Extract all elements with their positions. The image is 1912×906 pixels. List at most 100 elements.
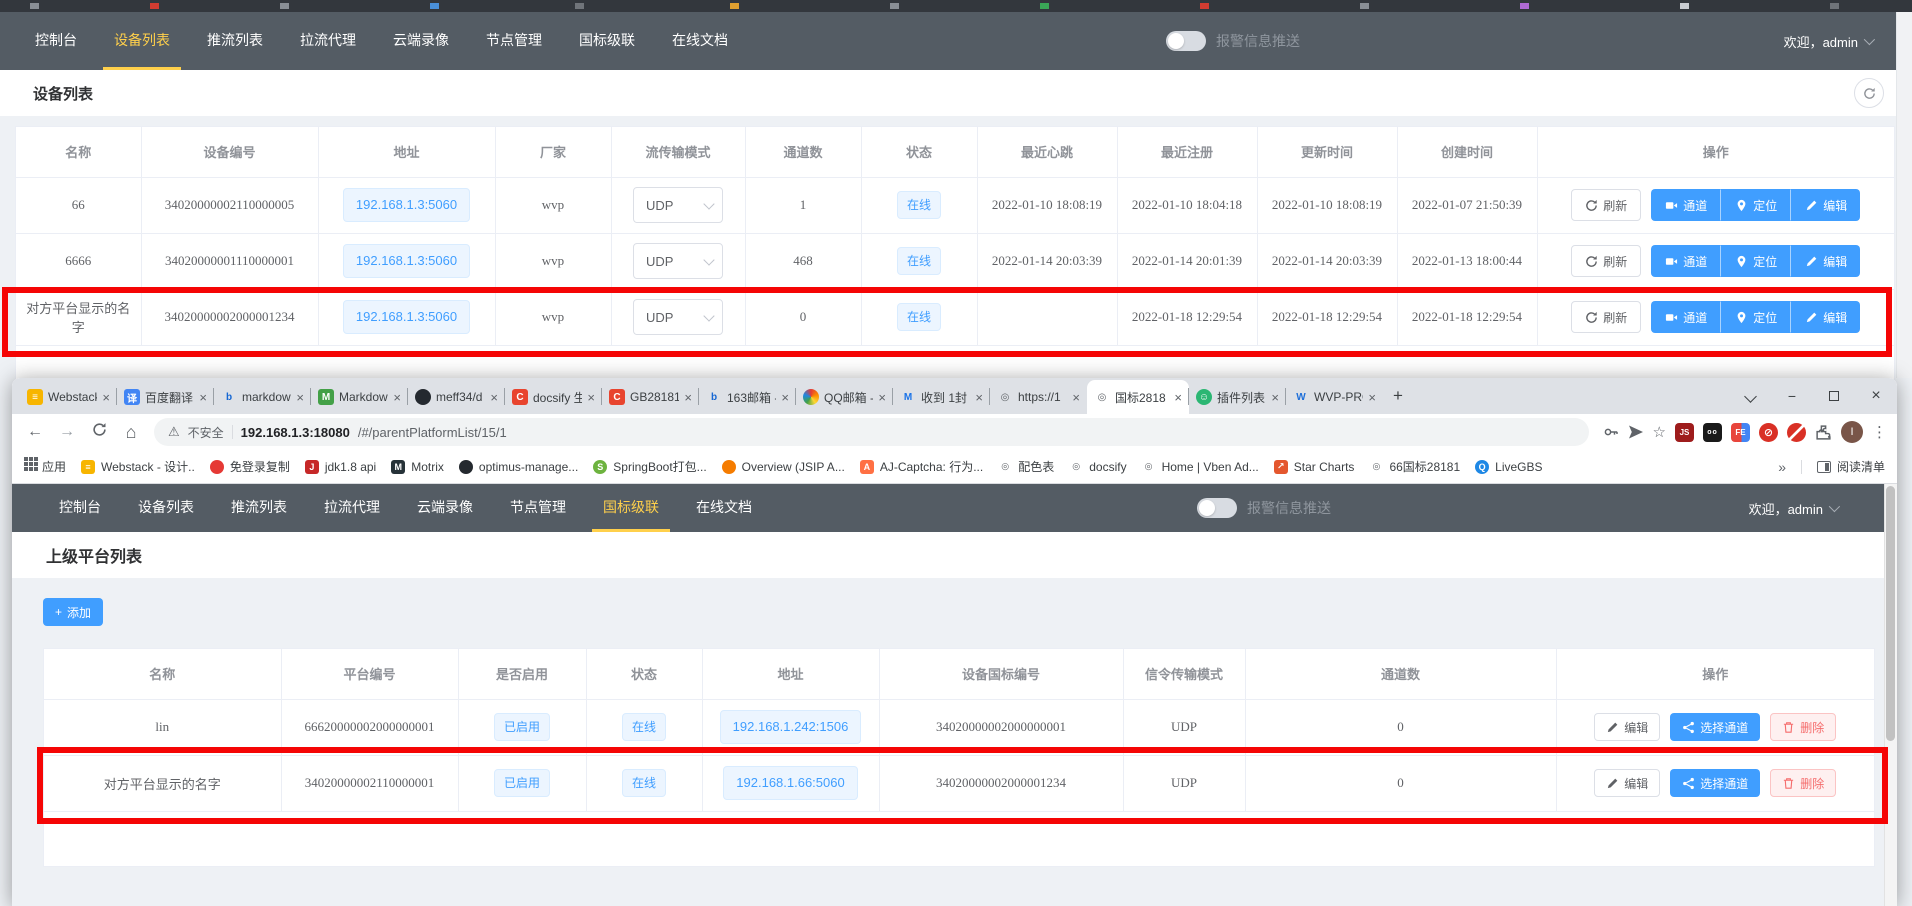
nav-menu-item[interactable]: 节点管理 (475, 12, 553, 70)
nav-menu-item[interactable]: 拉流代理 (313, 484, 391, 532)
nav-menu-item[interactable]: 在线文档 (661, 12, 739, 70)
camera-blocked-icon[interactable] (1787, 423, 1806, 442)
tab-search-button[interactable] (1729, 388, 1771, 404)
tab-close-icon[interactable]: × (781, 390, 789, 405)
browser-tab[interactable]: M 收到 1封 × (893, 380, 990, 414)
user-menu[interactable]: 欢迎，admin (1749, 484, 1837, 532)
edit-button[interactable]: 编辑 (1791, 245, 1860, 277)
refresh-button[interactable]: 刷新 (1571, 301, 1641, 333)
reload-button[interactable] (86, 422, 112, 442)
browser-tab[interactable]: W WVP-PRO × (1286, 380, 1383, 414)
bookmark-item[interactable]: M Motrix (391, 460, 444, 474)
tab-close-icon[interactable]: × (1271, 390, 1279, 405)
tab-close-icon[interactable]: × (587, 390, 595, 405)
nav-menu-item[interactable]: 推流列表 (220, 484, 298, 532)
stream-mode-select[interactable]: UDP (633, 187, 723, 223)
extensions-puzzle-icon[interactable] (1815, 424, 1832, 441)
close-window-button[interactable]: × (1855, 387, 1897, 405)
stream-mode-select[interactable]: UDP (633, 299, 723, 335)
browser-tab[interactable]: b markdow × (214, 380, 311, 414)
browser-tab[interactable]: QQ邮箱 - × (796, 380, 893, 414)
tab-close-icon[interactable]: × (199, 390, 207, 405)
page-scrollbar-thumb[interactable] (1886, 486, 1895, 741)
browser-tab[interactable]: C GB28181 × (602, 380, 699, 414)
locate-button[interactable]: 定位 (1721, 301, 1791, 333)
bookmark-item[interactable]: ◎ docsify (1069, 460, 1126, 474)
browser-tab[interactable]: ☺ 插件列表 × (1189, 380, 1286, 414)
back-button[interactable]: ← (22, 423, 48, 441)
tab-close-icon[interactable]: × (296, 390, 304, 405)
scrollbar-track[interactable] (1896, 12, 1912, 378)
stream-mode-select[interactable]: UDP (633, 243, 723, 279)
bookmark-item[interactable]: J jdk1.8 api (305, 460, 376, 474)
maximize-button[interactable] (1813, 388, 1855, 404)
js-extension-icon[interactable]: JS (1675, 423, 1694, 442)
nav-menu-item[interactable]: 拉流代理 (289, 12, 367, 70)
minimize-button[interactable]: − (1771, 388, 1813, 404)
add-platform-button[interactable]: + 添加 (43, 598, 103, 626)
browser-tab[interactable]: b 163邮箱 - × (699, 380, 796, 414)
tab-close-icon[interactable]: × (1368, 390, 1376, 405)
key-icon[interactable] (1603, 424, 1619, 440)
alarm-push-toggle[interactable] (1166, 31, 1206, 51)
browser-tab[interactable]: M Markdow × (311, 380, 408, 414)
tab-close-icon[interactable]: × (490, 390, 498, 405)
nav-menu-item[interactable]: 控制台 (24, 12, 88, 70)
browser-tab[interactable]: 译 百度翻译 × (117, 380, 214, 414)
nav-menu-item[interactable]: 控制台 (48, 484, 112, 532)
alarm-push-toggle[interactable] (1197, 498, 1237, 518)
new-tab-button[interactable]: + (1393, 386, 1403, 406)
nav-menu-item[interactable]: 国标级联 (568, 12, 646, 70)
tab-close-icon[interactable]: × (102, 390, 110, 405)
browser-tab[interactable]: ≡ Webstack × (20, 380, 117, 414)
forward-button[interactable]: → (54, 423, 80, 441)
channels-button[interactable]: 通道 (1651, 301, 1721, 333)
nav-menu-item[interactable]: 云端录像 (382, 12, 460, 70)
edit-button[interactable]: 编辑 (1791, 189, 1860, 221)
browser-menu-icon[interactable]: ⋮ (1872, 423, 1887, 441)
page-scrollbar[interactable] (1884, 484, 1897, 906)
refresh-button[interactable]: 刷新 (1571, 245, 1641, 277)
profile-avatar[interactable]: I (1841, 421, 1863, 443)
url-bar[interactable]: ⚠ 不安全 192.168.1.3:18080/#/parentPlatform… (154, 418, 1589, 446)
tab-close-icon[interactable]: × (393, 390, 401, 405)
bookmark-item[interactable]: Overview (JSIP A... (722, 460, 845, 474)
bookmark-item[interactable]: ◎ Home | Vben Ad... (1142, 460, 1259, 474)
blocker-hand-extension-icon[interactable]: ⊘ (1759, 423, 1778, 442)
nav-menu-item[interactable]: 设备列表 (127, 484, 205, 532)
nav-menu-item[interactable]: 国标级联 (592, 484, 670, 532)
bookmark-item[interactable]: 免登录复制 (210, 458, 290, 475)
select-channel-button[interactable]: 选择通道 (1670, 769, 1760, 797)
send-icon[interactable] (1628, 424, 1644, 440)
reading-list-button[interactable]: 阅读清单 (1817, 458, 1885, 475)
bookmark-item[interactable]: ≡ Webstack - 设计.. (81, 458, 195, 475)
browser-tab[interactable]: ◎ https://1 × (990, 380, 1087, 414)
nav-menu-item[interactable]: 在线文档 (685, 484, 763, 532)
nav-menu-item[interactable]: 节点管理 (499, 484, 577, 532)
edit-button[interactable]: 编辑 (1594, 769, 1660, 797)
locate-button[interactable]: 定位 (1721, 189, 1791, 221)
apps-shortcut[interactable]: 应用 (24, 458, 66, 475)
home-button[interactable]: ⌂ (118, 422, 144, 443)
security-label[interactable]: 不安全 (188, 424, 224, 441)
refresh-button[interactable]: 刷新 (1571, 189, 1641, 221)
delete-button[interactable]: 删除 (1770, 713, 1836, 741)
nav-menu-item[interactable]: 推流列表 (196, 12, 274, 70)
tab-close-icon[interactable]: × (684, 390, 692, 405)
bookmark-item[interactable]: A AJ-Captcha: 行为... (860, 458, 983, 475)
user-menu[interactable]: 欢迎，admin (1784, 12, 1872, 70)
browser-tab[interactable]: ◎ 国标2818 × (1087, 380, 1189, 414)
bookmark-item[interactable]: S SpringBoot打包... (593, 458, 706, 475)
browser-tab[interactable]: meff34/d × (408, 380, 505, 414)
mask-extension-icon[interactable]: oo (1703, 423, 1722, 442)
bookmarks-overflow-button[interactable]: » (1778, 459, 1786, 475)
bookmark-item[interactable]: ◎ 66国标28181 (1369, 458, 1460, 475)
nav-menu-item[interactable]: 云端录像 (406, 484, 484, 532)
channels-button[interactable]: 通道 (1651, 245, 1721, 277)
browser-tab[interactable]: C docsify 生 × (505, 380, 602, 414)
channels-button[interactable]: 通道 (1651, 189, 1721, 221)
edit-button[interactable]: 编辑 (1791, 301, 1860, 333)
tab-close-icon[interactable]: × (1072, 390, 1080, 405)
locate-button[interactable]: 定位 (1721, 245, 1791, 277)
tab-close-icon[interactable]: × (1174, 390, 1182, 405)
